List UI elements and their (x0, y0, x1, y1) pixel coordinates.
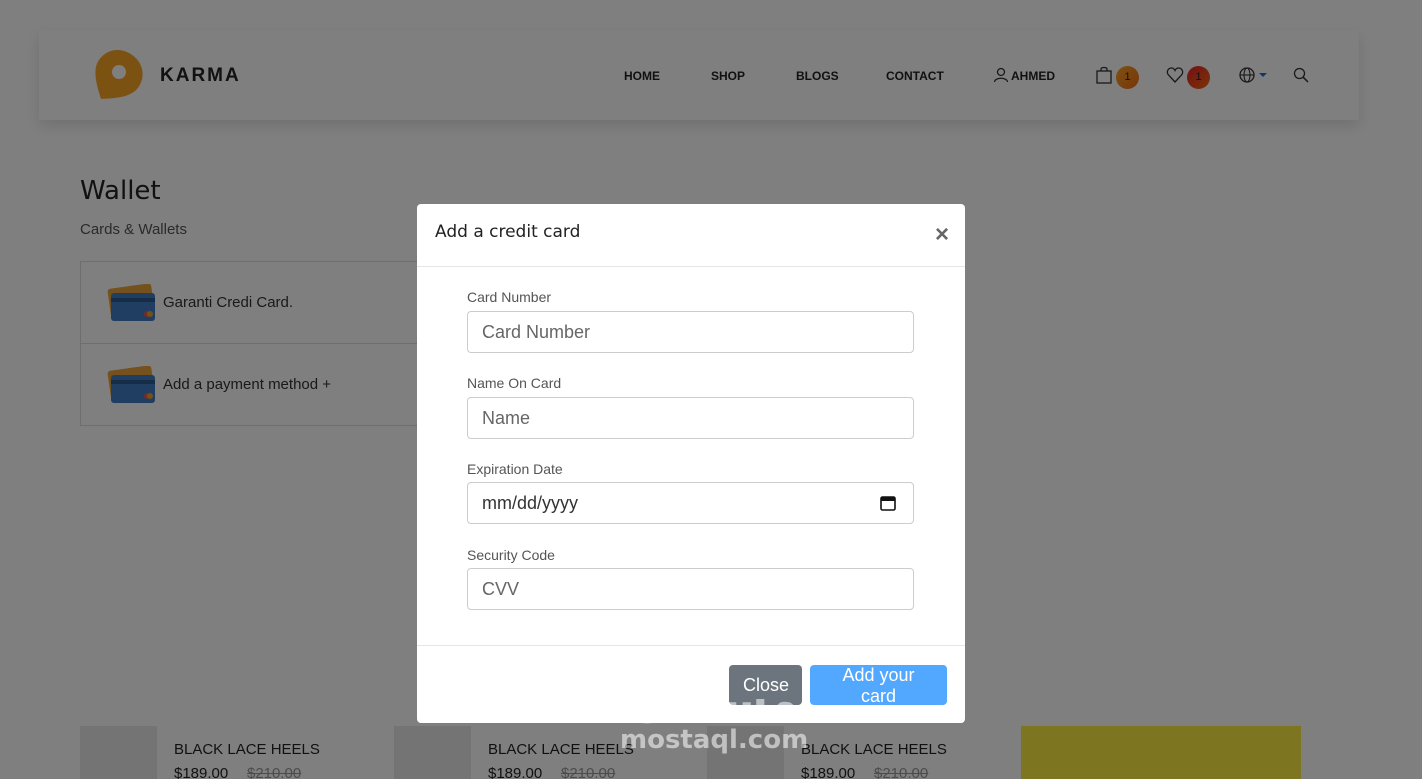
expiration-date-input[interactable]: mm/dd/yyyy (467, 482, 914, 524)
card-number-input[interactable] (467, 311, 914, 353)
expiration-date-value: mm/dd/yyyy (482, 493, 579, 513)
close-icon[interactable]: × (935, 223, 949, 247)
name-on-card-input[interactable] (467, 397, 914, 439)
add-credit-card-modal: Add a credit card × Card Number Name On … (417, 204, 965, 723)
security-code-input[interactable] (467, 568, 914, 610)
security-code-label: Security Code (467, 547, 555, 563)
name-on-card-label: Name On Card (467, 375, 562, 391)
calendar-icon[interactable] (879, 494, 897, 512)
add-card-button[interactable]: Add your card (810, 665, 947, 706)
expiration-date-label: Expiration Date (467, 461, 563, 477)
modal-footer: Close Add your card (417, 645, 965, 723)
modal-header: Add a credit card × (417, 204, 965, 267)
card-number-label: Card Number (467, 289, 552, 305)
modal-title: Add a credit card (435, 222, 581, 242)
close-button[interactable]: Close (729, 665, 802, 705)
